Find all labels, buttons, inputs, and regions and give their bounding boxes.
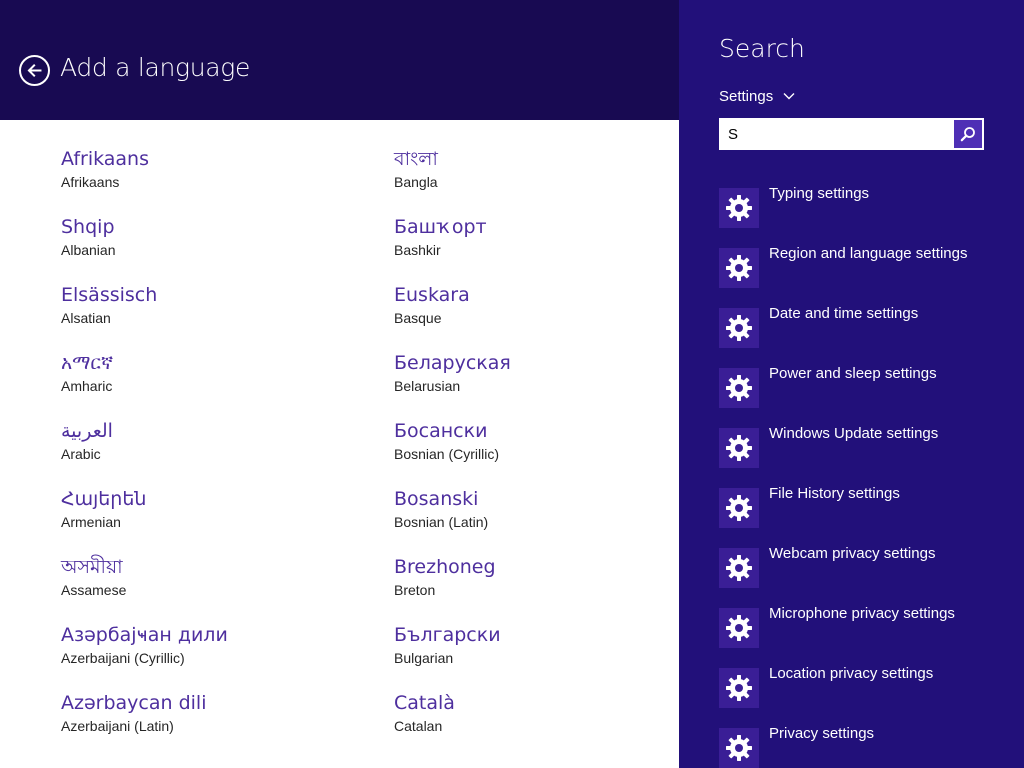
search-result-label: Webcam privacy settings [769,545,936,562]
language-english-name: Bashkir [394,242,441,258]
search-icon [960,127,975,142]
search-result-item[interactable]: Privacy settings [719,724,999,768]
language-item[interactable]: Հայերեն Armenian [61,486,341,542]
language-item[interactable]: Elsässisch Alsatian [61,282,341,338]
language-list: Afrikaans Afrikaans Shqip Albanian Elsäs… [0,120,679,768]
language-native-name: অসমীয়া [61,556,123,578]
language-item[interactable]: العربية Arabic [61,418,341,474]
language-english-name: Bulgarian [394,650,454,666]
search-result-label: Location privacy settings [769,665,934,682]
language-item[interactable]: Azərbaycan dili Azerbaijani (Latin) [61,690,341,746]
search-result-label: Windows Update settings [769,425,939,442]
search-charm: Search Settings Typing settings Region a… [679,0,1024,768]
language-item[interactable]: অসমীয়া Assamese [61,554,341,610]
language-english-name: Armenian [61,514,121,530]
search-result-item[interactable]: Microphone privacy settings [719,604,999,648]
language-item[interactable]: Bosanski Bosnian (Latin) [394,486,674,542]
language-native-name: Հայերեն [61,488,147,510]
search-input[interactable] [721,120,954,148]
language-item[interactable]: አማርኛ Amharic [61,350,341,406]
language-native-name: Azərbaycan dili [61,692,207,714]
language-english-name: Bosnian (Cyrillic) [394,446,500,462]
search-charm-title: Search [719,34,805,63]
language-item[interactable]: Босански Bosnian (Cyrillic) [394,418,674,474]
language-native-name: Български [394,624,501,646]
language-native-name: Азәрбајҹан дили [61,624,228,646]
language-item[interactable]: Euskara Basque [394,282,674,338]
language-english-name: Amharic [61,378,113,394]
gear-icon [719,668,759,708]
language-native-name: Bosanski [394,488,479,510]
language-native-name: Башҡорт [394,216,487,238]
gear-icon [719,188,759,228]
search-result-item[interactable]: Webcam privacy settings [719,544,999,588]
search-result-label: Date and time settings [769,305,919,322]
search-result-label: Microphone privacy settings [769,605,955,622]
language-native-name: বাংলা [394,148,438,170]
search-result-label: Power and sleep settings [769,365,937,382]
language-native-name: العربية [61,420,113,442]
language-item[interactable]: Български Bulgarian [394,622,674,678]
search-scope-label: Settings [719,87,774,105]
language-english-name: Catalan [394,718,443,734]
search-result-item[interactable]: Windows Update settings [719,424,999,468]
gear-icon [719,248,759,288]
chevron-down-icon [783,93,795,100]
search-result-item[interactable]: Region and language settings [719,244,999,288]
search-result-item[interactable]: Date and time settings [719,304,999,348]
language-native-name: Afrikaans [61,148,149,170]
page-title: Add a language [60,53,251,82]
language-native-name: Shqip [61,216,115,238]
back-button[interactable] [19,55,50,86]
gear-icon [719,548,759,588]
gear-icon [719,368,759,408]
language-native-name: አማርኛ [61,352,114,374]
language-english-name: Alsatian [61,310,111,326]
language-english-name: Albanian [61,242,116,258]
language-item[interactable]: Català Catalan [394,690,674,746]
language-english-name: Afrikaans [61,174,120,190]
language-item[interactable]: Беларуская Belarusian [394,350,674,406]
language-item[interactable]: Brezhoneg Breton [394,554,674,610]
language-native-name: Босански [394,420,488,442]
search-result-item[interactable]: Typing settings [719,184,999,228]
back-arrow-icon [27,63,42,78]
language-english-name: Azerbaijani (Cyrillic) [61,650,185,666]
search-result-label: Privacy settings [769,725,875,742]
search-scope-dropdown[interactable]: Settings [719,86,795,106]
search-result-label: Typing settings [769,185,870,202]
language-english-name: Bangla [394,174,438,190]
language-item[interactable]: Азәрбајҹан дили Azerbaijani (Cyrillic) [61,622,341,678]
language-item[interactable]: বাংলা Bangla [394,146,674,202]
language-native-name: Català [394,692,455,714]
language-english-name: Arabic [61,446,101,462]
search-result-item[interactable]: Power and sleep settings [719,364,999,408]
search-box [719,118,984,150]
language-item[interactable]: Shqip Albanian [61,214,341,270]
search-result-item[interactable]: Location privacy settings [719,664,999,708]
language-native-name: Brezhoneg [394,556,496,578]
language-english-name: Breton [394,582,436,598]
app-header: Add a language [0,0,679,120]
language-english-name: Basque [394,310,442,326]
language-item[interactable]: Башҡорт Bashkir [394,214,674,270]
gear-icon [719,608,759,648]
search-button[interactable] [954,120,982,148]
search-result-label: File History settings [769,485,900,502]
language-item[interactable]: Afrikaans Afrikaans [61,146,341,202]
search-result-item[interactable]: File History settings [719,484,999,528]
search-result-label: Region and language settings [769,245,968,262]
gear-icon [719,428,759,468]
gear-icon [719,728,759,768]
language-english-name: Azerbaijani (Latin) [61,718,174,734]
gear-icon [719,488,759,528]
language-english-name: Belarusian [394,378,461,394]
language-native-name: Беларуская [394,352,511,374]
language-native-name: Euskara [394,284,470,306]
language-english-name: Bosnian (Latin) [394,514,489,530]
gear-icon [719,308,759,348]
language-native-name: Elsässisch [61,284,158,306]
language-english-name: Assamese [61,582,127,598]
